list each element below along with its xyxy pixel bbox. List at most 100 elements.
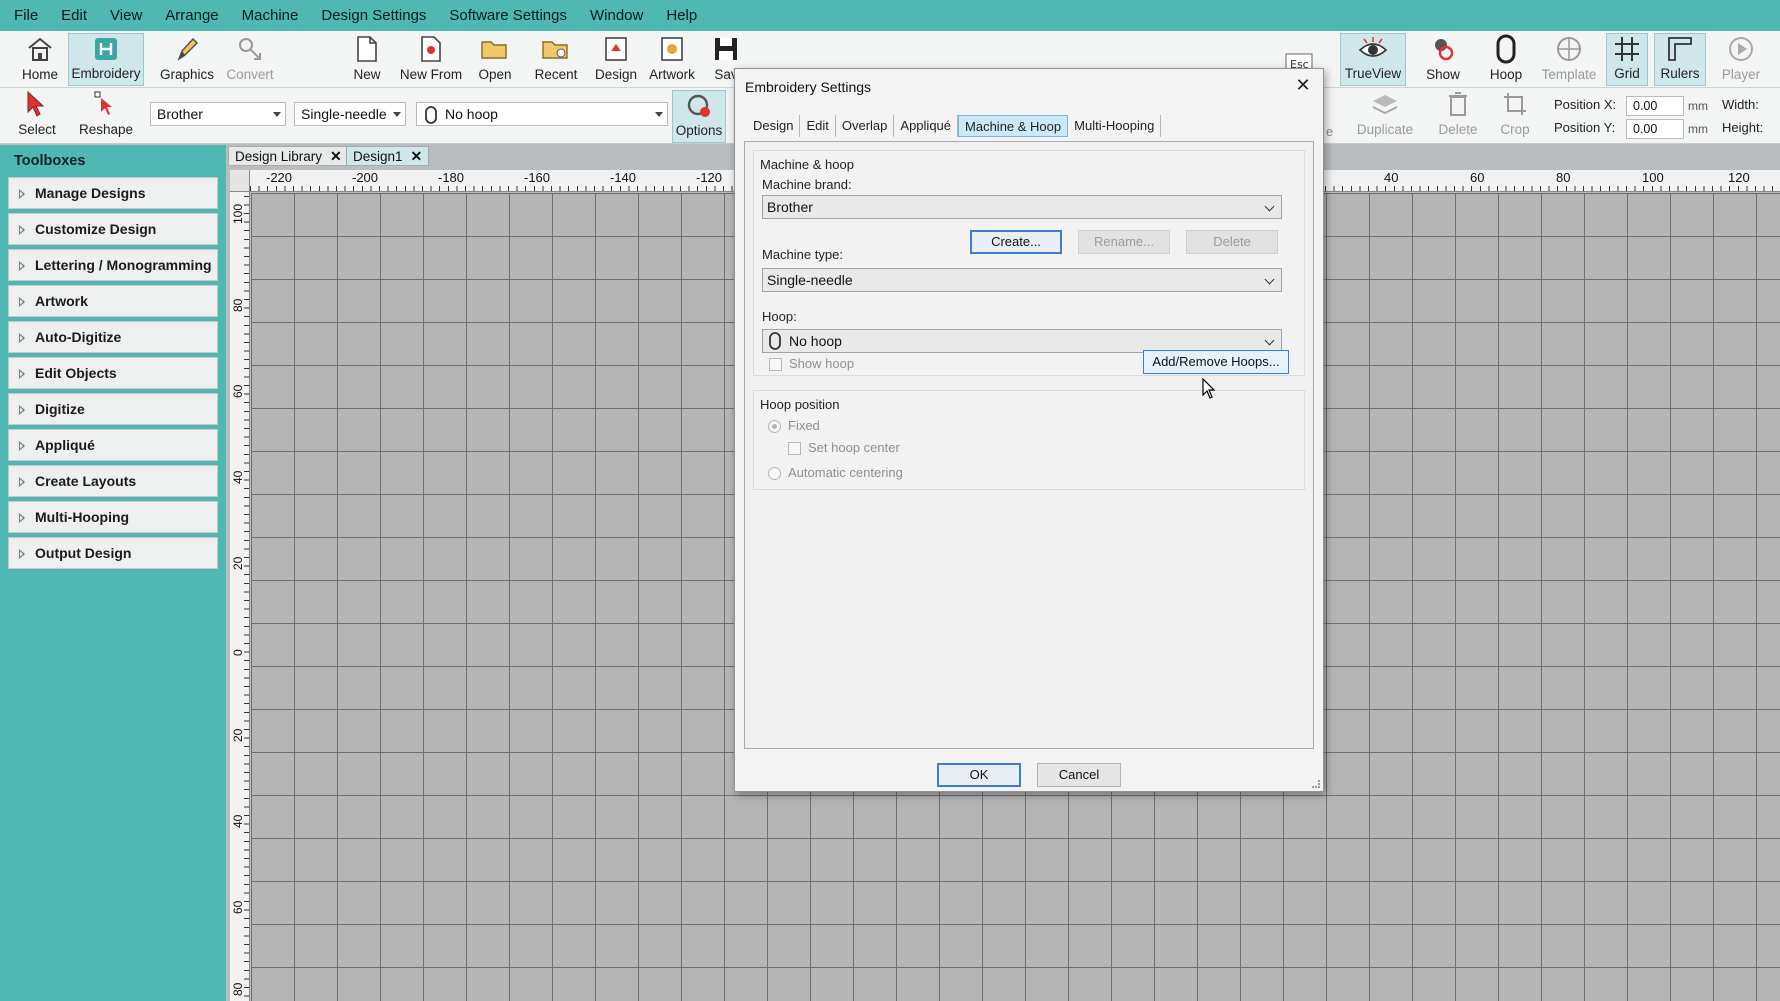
ruler-label: 60 (231, 384, 245, 398)
toolbox-create-layouts[interactable]: Create Layouts (8, 465, 218, 497)
brand-select[interactable]: Brother (150, 102, 286, 126)
tab-label: Design1 (353, 148, 403, 164)
menu-arrange[interactable]: Arrange (165, 7, 218, 24)
new-from-button[interactable]: New From (398, 33, 464, 86)
close-icon[interactable]: ✕ (1291, 73, 1315, 97)
ruler-label: 0 (231, 649, 245, 656)
toolbox-auto-digitize[interactable]: Auto-Digitize (8, 321, 218, 353)
tab-edit[interactable]: Edit (800, 115, 836, 137)
toolbox-manage-designs[interactable]: Manage Designs (8, 177, 218, 209)
create-button[interactable]: Create... (970, 230, 1062, 254)
add-remove-hoops-button[interactable]: Add/Remove Hoops... (1143, 350, 1289, 374)
close-icon[interactable]: ✕ (330, 148, 342, 165)
position-y-input[interactable]: 0.00 (1626, 119, 1684, 139)
position-x-unit: mm (1688, 99, 1708, 113)
ruler-label: -160 (524, 170, 551, 185)
menu-machine[interactable]: Machine (242, 7, 299, 24)
machine-type-dropdown[interactable]: Single-needle (762, 268, 1282, 292)
reshape-button[interactable]: Reshape (78, 88, 134, 141)
show-hoop-checkbox[interactable] (769, 358, 782, 371)
hoop-select-value: No hoop (445, 106, 498, 122)
select-button[interactable]: Select (16, 88, 58, 141)
menu-design-settings[interactable]: Design Settings (321, 7, 426, 24)
toolbox-panel: Toolboxes Manage Designs Customize Desig… (0, 145, 226, 1001)
expand-arrow-icon (19, 225, 25, 235)
tab-overlap[interactable]: Overlap (836, 115, 895, 137)
machine-brand-dropdown[interactable]: Brother (762, 195, 1282, 219)
menu-window[interactable]: Window (590, 7, 643, 24)
dialog-tabs: Design Edit Overlap Appliqué Machine & H… (747, 115, 1162, 137)
home-button[interactable]: Home (18, 33, 62, 86)
tab-design-library[interactable]: Design Library ✕ (228, 146, 349, 166)
artwork-button[interactable]: Artwork (646, 33, 698, 86)
resize-grip-icon[interactable] (1312, 780, 1320, 788)
graphics-button[interactable]: Graphics (158, 33, 216, 86)
hoop-label: Hoop (1489, 67, 1523, 82)
delete-button[interactable]: Delete (1186, 230, 1278, 254)
tab-design[interactable]: Design (747, 115, 801, 137)
menu-file[interactable]: File (14, 7, 38, 24)
ruler-label: -180 (438, 170, 465, 185)
duplicate-button[interactable]: Duplicate (1350, 88, 1420, 141)
toolbox-customize-design[interactable]: Customize Design (8, 213, 218, 245)
toolbox-edit-objects[interactable]: Edit Objects (8, 357, 218, 389)
chevron-down-icon (655, 112, 663, 117)
recent-button[interactable]: Recent (528, 33, 584, 86)
hoop-small-icon (424, 106, 438, 127)
fixed-radio[interactable] (768, 420, 781, 433)
hoop-position-group: Hoop position Fixed Set hoop center Auto… (753, 390, 1305, 490)
position-x-input[interactable]: 0.00 (1626, 96, 1684, 116)
toolbox-multi-hooping[interactable]: Multi-Hooping (8, 501, 218, 533)
ok-button[interactable]: OK (937, 763, 1021, 787)
toolbox-lettering[interactable]: Lettering / Monogramming (8, 249, 218, 281)
menu-software-settings[interactable]: Software Settings (449, 7, 567, 24)
player-button[interactable]: Player (1718, 33, 1764, 86)
folder-recent-icon (541, 34, 571, 64)
hoop-button[interactable]: Hoop (1484, 33, 1528, 86)
trash-icon (1443, 89, 1473, 119)
show-button[interactable]: Show (1420, 33, 1466, 86)
ruler-label: -220 (266, 170, 293, 185)
menu-view[interactable]: View (110, 7, 142, 24)
rename-button[interactable]: Rename... (1078, 230, 1170, 254)
tab-multi-hooping[interactable]: Multi-Hooping (1068, 115, 1162, 137)
design-button[interactable]: Design (592, 33, 640, 86)
automatic-centering-radio[interactable] (768, 467, 781, 480)
crop-button[interactable]: Crop (1496, 88, 1534, 141)
menu-help[interactable]: Help (666, 7, 697, 24)
group-title: Machine & hoop (760, 157, 854, 172)
trueview-button[interactable]: TrueView (1340, 33, 1406, 86)
open-button[interactable]: Open (476, 33, 514, 86)
tab-applique[interactable]: Appliqué (894, 115, 959, 137)
height-label: Height: (1722, 120, 1764, 135)
new-button[interactable]: New (352, 33, 382, 86)
trueview-label: TrueView (1344, 66, 1402, 81)
template-button[interactable]: Template (1538, 33, 1600, 86)
tab-machine-hoop[interactable]: Machine & Hoop (958, 115, 1069, 137)
convert-button[interactable]: Convert (222, 33, 278, 86)
new-from-icon (416, 34, 446, 64)
hoop-select[interactable]: No hoop (416, 102, 668, 126)
toolbox-output-design[interactable]: Output Design (8, 537, 218, 569)
ruler-label: 20 (231, 728, 245, 742)
grid-button[interactable]: Grid (1606, 33, 1648, 86)
reshape-label: Reshape (78, 122, 134, 137)
position-y-unit: mm (1688, 122, 1708, 136)
cancel-button[interactable]: Cancel (1037, 763, 1121, 787)
machine-type-select[interactable]: Single-needle (294, 102, 406, 126)
embroidery-button[interactable]: Embroidery (68, 33, 144, 86)
delete-toolbar-button[interactable]: Delete (1434, 88, 1482, 141)
menu-edit[interactable]: Edit (61, 7, 87, 24)
set-hoop-center-checkbox[interactable] (788, 442, 801, 455)
toolbox-artwork[interactable]: Artwork (8, 285, 218, 317)
rulers-button[interactable]: Rulers (1654, 33, 1706, 86)
tab-design1[interactable]: Design1 ✕ (346, 146, 430, 166)
position-y-label: Position Y: (1554, 120, 1616, 135)
toolbox-applique[interactable]: Appliqué (8, 429, 218, 461)
ruler-label: 100 (1642, 170, 1664, 185)
reshape-icon (91, 89, 121, 119)
close-icon[interactable]: ✕ (411, 148, 423, 165)
expand-arrow-icon (19, 477, 25, 487)
toolbox-digitize[interactable]: Digitize (8, 393, 218, 425)
options-button[interactable]: Options (672, 90, 726, 143)
